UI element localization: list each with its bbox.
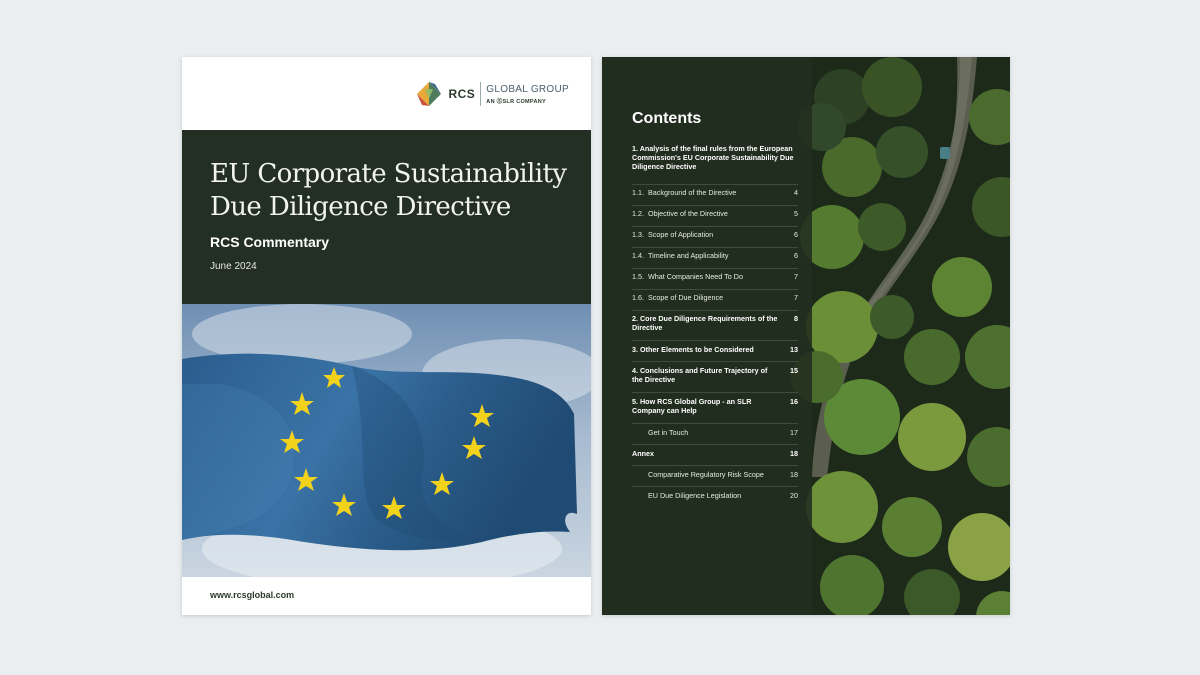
toc-entry-page: 16	[790, 397, 798, 406]
cover-title-line1: EU Corporate Sustainability	[210, 159, 567, 189]
toc-entry-label: 4. Conclusions and Future Trajectory of …	[632, 366, 768, 384]
toc-entry-label: What Companies Need To Do	[648, 272, 743, 281]
toc-entry-page: 7	[794, 293, 798, 302]
toc-entry-page: 20	[790, 491, 798, 500]
logo-divider	[480, 82, 482, 106]
toc-entry-number: 1.3.	[632, 230, 644, 239]
eu-flag-photo	[182, 304, 591, 577]
toc-divider	[632, 486, 798, 487]
toc-divider	[632, 226, 798, 227]
toc-entry-label: 5. How RCS Global Group - an SLR Company…	[632, 397, 752, 415]
toc-entry-label: Comparative Regulatory Risk Scope	[648, 470, 764, 479]
toc-entry-label: Timeline and Applicability	[648, 251, 729, 260]
toc-entry-1[interactable]: 1. Analysis of the final rules from the …	[632, 144, 798, 171]
toc-entry-1-5[interactable]: 1.5. What Companies Need To Do 7	[632, 272, 798, 281]
cover-header: RCS GLOBAL GROUP AN ⓈSLR COMPANY	[182, 57, 591, 130]
eu-flag-image	[182, 304, 591, 577]
logo-tagline: AN ⓈSLR COMPANY	[486, 98, 547, 105]
toc-entry-number: 1.4.	[632, 251, 644, 260]
toc-entry-page: 7	[794, 272, 798, 281]
toc-entry-1-4[interactable]: 1.4. Timeline and Applicability 6	[632, 251, 798, 260]
toc-entry-label: Scope of Application	[648, 230, 714, 239]
toc-divider	[632, 423, 798, 424]
toc-entry-page: 4	[794, 188, 798, 197]
toc-entry-get-in-touch[interactable]: Get in Touch 17	[632, 428, 798, 437]
toc-divider	[632, 289, 798, 290]
toc-entry-1-3[interactable]: 1.3. Scope of Application 6	[632, 230, 798, 239]
contents-heading: Contents	[632, 110, 702, 127]
toc-divider	[632, 392, 798, 393]
toc-entry-number: 1.1.	[632, 188, 644, 197]
toc-entry-number: 1.2.	[632, 209, 644, 218]
cover-footer: www.rcsglobal.com	[182, 577, 591, 615]
website-link[interactable]: www.rcsglobal.com	[210, 590, 294, 600]
toc-entry-annex[interactable]: Annex 18	[632, 449, 798, 458]
contents-page: Contents 1. Analysis of the final rules …	[602, 57, 1010, 615]
cover-page: RCS GLOBAL GROUP AN ⓈSLR COMPANY EU Corp…	[182, 57, 591, 615]
toc-entry-page: 18	[790, 470, 798, 479]
rcs-logo: RCS GLOBAL GROUP AN ⓈSLR COMPANY	[416, 79, 569, 109]
logo-group: GLOBAL GROUP	[486, 83, 569, 95]
toc-entry-comparative-risk[interactable]: Comparative Regulatory Risk Scope 18	[632, 470, 798, 479]
toc-divider	[632, 247, 798, 248]
toc-entry-label: 1. Analysis of the final rules from the …	[632, 144, 794, 171]
toc-entry-label: 2. Core Due Diligence Requirements of th…	[632, 314, 778, 332]
toc-entry-label: EU Due Diligence Legislation	[648, 491, 742, 500]
toc-entry-1-6[interactable]: 1.6. Scope of Due Diligence 7	[632, 293, 798, 302]
toc-divider	[632, 205, 798, 206]
cover-title-band: EU Corporate Sustainability Due Diligenc…	[182, 130, 591, 304]
toc-entry-page: 8	[794, 314, 798, 323]
cover-title-line2: Due Diligence Directive	[210, 192, 511, 222]
toc-divider	[632, 184, 798, 185]
toc-entry-4[interactable]: 4. Conclusions and Future Trajectory of …	[632, 366, 798, 384]
toc-entry-eu-legislation[interactable]: EU Due Diligence Legislation 20	[632, 491, 798, 500]
toc-entry-2[interactable]: 2. Core Due Diligence Requirements of th…	[632, 314, 798, 332]
toc-entry-label: Get in Touch	[648, 428, 689, 437]
toc-entry-number: 1.5.	[632, 272, 644, 281]
toc-entry-3[interactable]: 3. Other Elements to be Considered 13	[632, 345, 798, 354]
cover-title: EU Corporate Sustainability Due Diligenc…	[210, 158, 570, 224]
toc-entry-number: 1.6.	[632, 293, 644, 302]
toc-entry-page: 13	[790, 345, 798, 354]
toc-entry-label: Annex	[632, 449, 654, 458]
toc-entry-5[interactable]: 5. How RCS Global Group - an SLR Company…	[632, 397, 798, 415]
rcs-logo-icon	[417, 82, 442, 106]
toc-entry-page: 15	[790, 366, 798, 375]
toc-entry-label: Background of the Directive	[648, 188, 737, 197]
toc-entry-1-2[interactable]: 1.2. Objective of the Directive 5	[632, 209, 798, 218]
toc-entry-label: Scope of Due Diligence	[648, 293, 724, 302]
toc-entry-1-1[interactable]: 1.1. Background of the Directive 4	[632, 188, 798, 197]
contents-panel	[602, 57, 812, 615]
toc-entry-page: 6	[794, 230, 798, 239]
toc-divider	[632, 465, 798, 466]
toc-divider	[632, 361, 798, 362]
toc-entry-page: 18	[790, 449, 798, 458]
toc-entry-label: 3. Other Elements to be Considered	[632, 345, 754, 354]
logo-brand: RCS	[448, 87, 476, 101]
toc-entry-label: Objective of the Directive	[648, 209, 728, 218]
toc-divider	[632, 444, 798, 445]
cover-date: June 2024	[210, 261, 257, 272]
toc-divider	[632, 340, 798, 341]
toc-entry-page: 5	[794, 209, 798, 218]
cover-subtitle: RCS Commentary	[210, 234, 330, 250]
toc-entry-page: 6	[794, 251, 798, 260]
toc-entry-page: 17	[790, 428, 798, 437]
toc-divider	[632, 310, 798, 311]
toc-divider	[632, 268, 798, 269]
